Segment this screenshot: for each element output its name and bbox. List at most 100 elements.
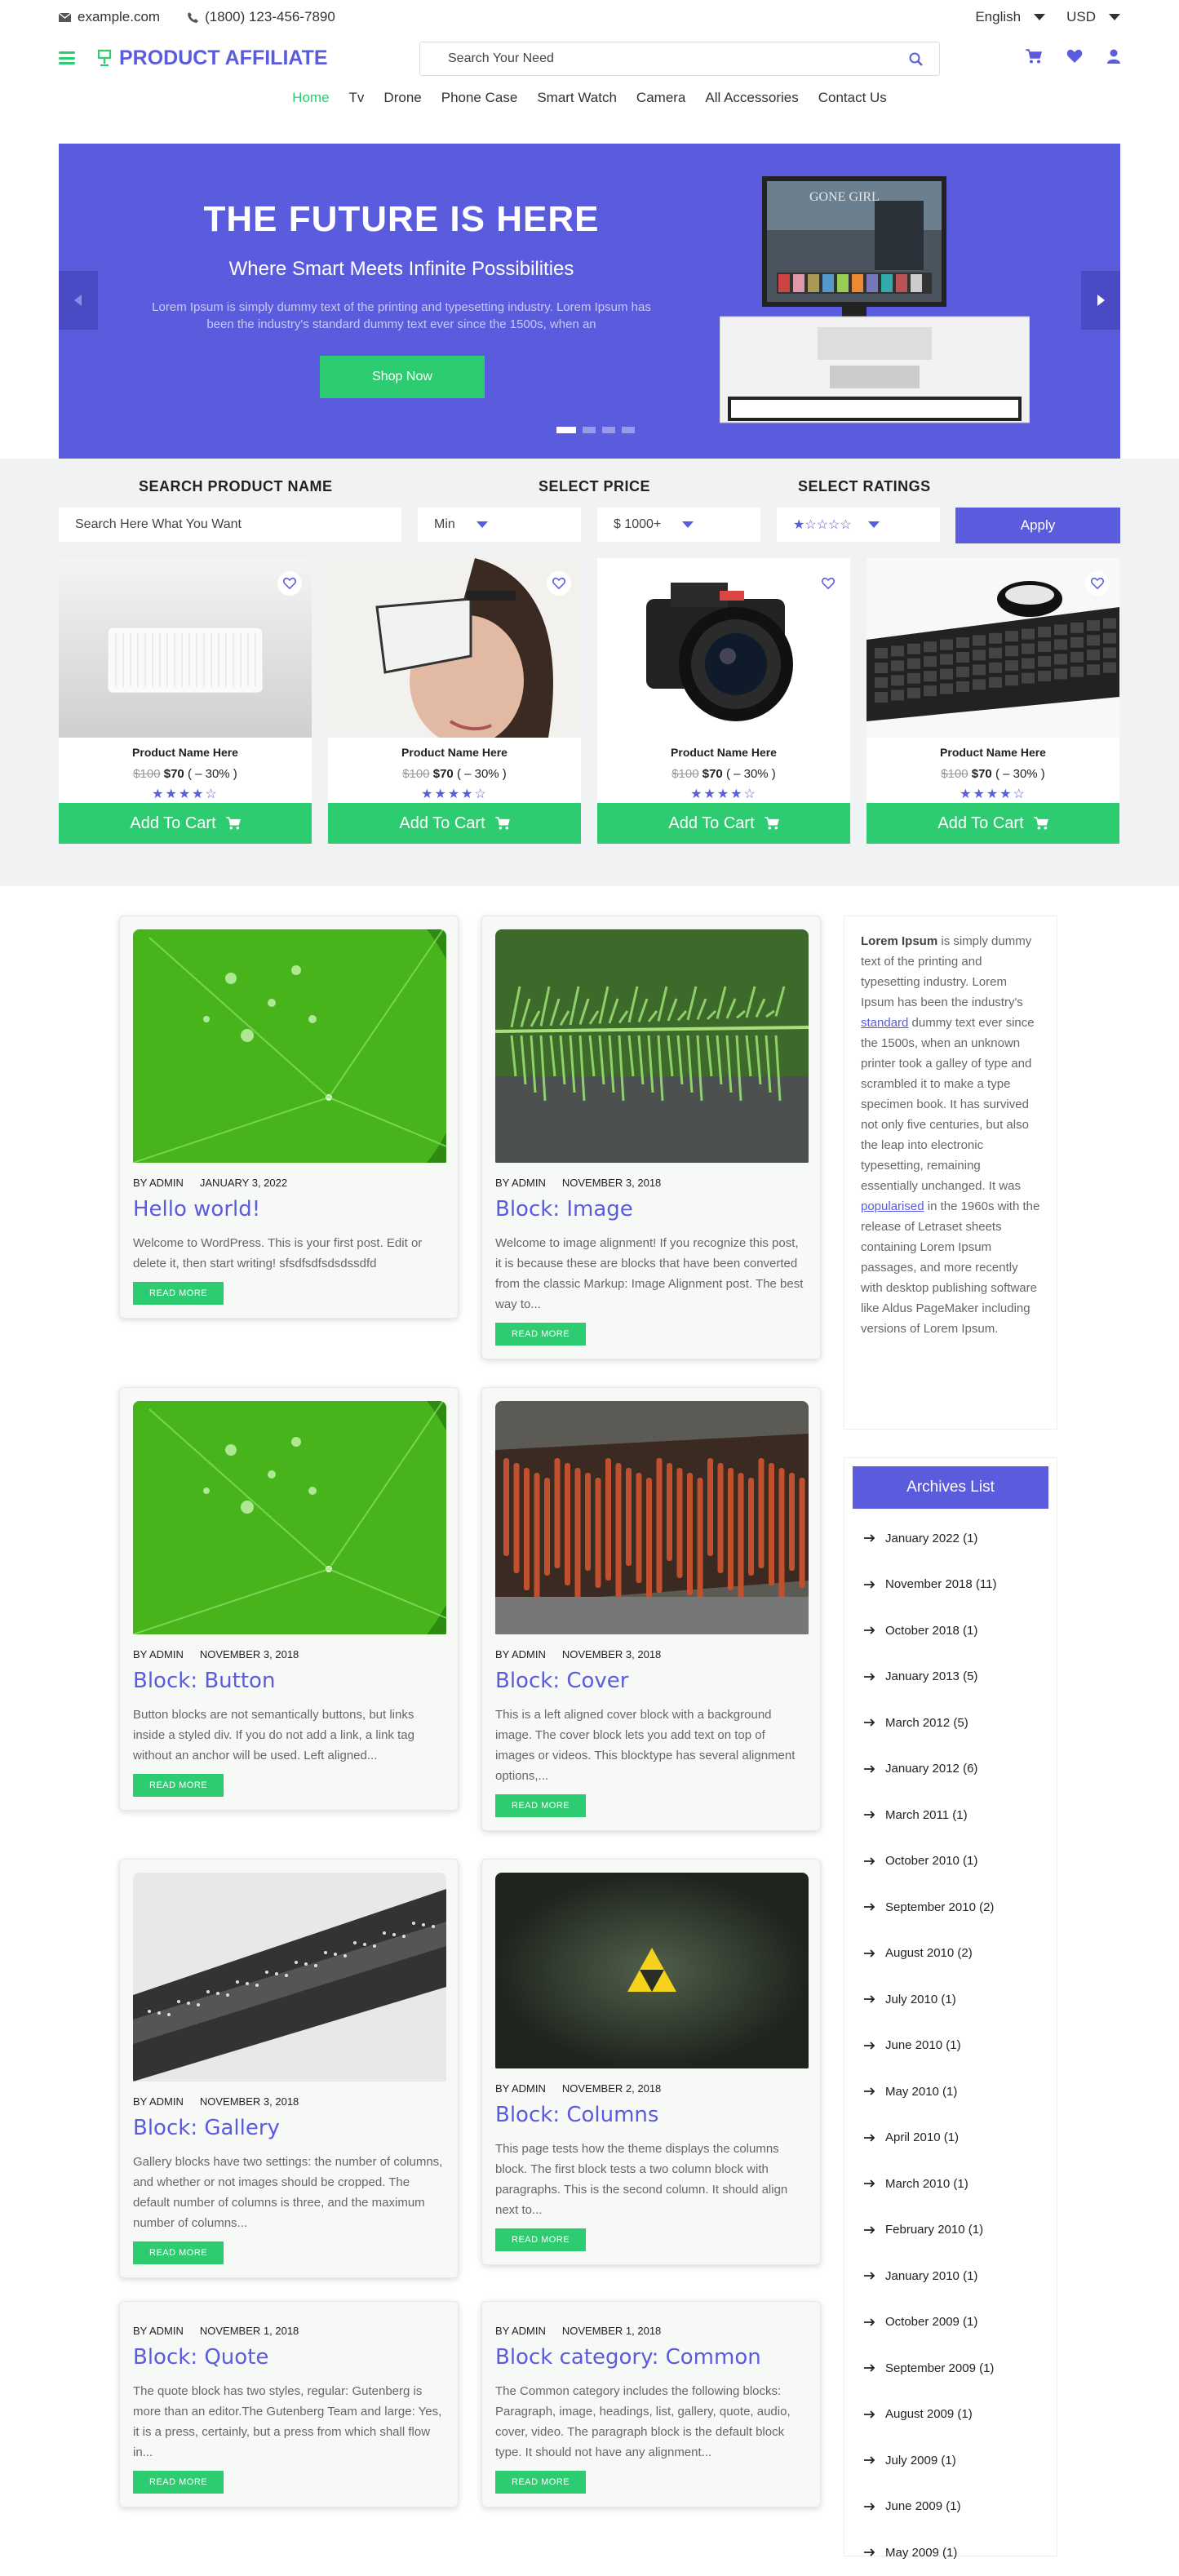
nav-item-contact-us[interactable]: Contact Us — [818, 90, 887, 121]
product-name-input[interactable]: Search Here What You Want — [59, 508, 401, 542]
wishlist-button[interactable] — [1085, 571, 1110, 596]
post-image[interactable] — [495, 1873, 809, 2073]
post-author[interactable]: BY ADMIN — [133, 2095, 184, 2108]
archive-item[interactable]: October 2018 (1) — [864, 1607, 1048, 1654]
next-slide-button[interactable] — [1081, 271, 1120, 330]
post-date[interactable]: NOVEMBER 1, 2018 — [562, 2325, 661, 2337]
post-author[interactable]: BY ADMIN — [495, 2325, 546, 2337]
shop-now-button[interactable]: Shop Now — [320, 356, 485, 398]
read-more-button[interactable]: READ MORE — [133, 2241, 224, 2264]
archive-item[interactable]: October 2010 (1) — [864, 1838, 1048, 1885]
post-image[interactable] — [133, 1401, 446, 1638]
product-image[interactable] — [597, 558, 850, 738]
archive-item[interactable]: March 2011 (1) — [864, 1792, 1048, 1838]
apply-button[interactable]: Apply — [955, 508, 1120, 543]
add-to-cart-button[interactable]: Add To Cart — [328, 803, 581, 844]
max-price-select[interactable]: $ 1000+ — [597, 508, 760, 542]
product-card[interactable]: Product Name Here $100 $70 ( – 30% ) ★★★★☆… — [328, 558, 581, 844]
nav-item-tv[interactable]: Tv — [349, 90, 365, 121]
product-name[interactable]: Product Name Here — [59, 746, 312, 759]
archive-item[interactable]: November 2018 (11) — [864, 1562, 1048, 1608]
post-author[interactable]: BY ADMIN — [133, 2325, 184, 2337]
archive-item[interactable]: October 2009 (1) — [864, 2299, 1048, 2346]
archive-item[interactable]: January 2022 (1) — [864, 1515, 1048, 1562]
product-image[interactable] — [59, 558, 312, 738]
archive-item[interactable]: July 2010 (1) — [864, 1976, 1048, 2023]
nav-item-phone-case[interactable]: Phone Case — [441, 90, 518, 121]
post-author[interactable]: BY ADMIN — [495, 2082, 546, 2095]
slider-dots[interactable] — [556, 427, 635, 433]
post-date[interactable]: NOVEMBER 3, 2018 — [562, 1177, 661, 1189]
post-image[interactable] — [133, 1873, 446, 2086]
post-author[interactable]: BY ADMIN — [495, 1648, 546, 1660]
post-title[interactable]: Block: Button — [133, 1669, 445, 1693]
nav-item-home[interactable]: Home — [292, 90, 329, 121]
post-date[interactable]: NOVEMBER 3, 2018 — [200, 2095, 299, 2108]
archive-item[interactable]: May 2010 (1) — [864, 2068, 1048, 2115]
read-more-button[interactable]: READ MORE — [133, 2471, 224, 2494]
min-price-select[interactable]: Min — [418, 508, 581, 542]
read-more-button[interactable]: READ MORE — [133, 1282, 224, 1305]
post-image[interactable] — [495, 1401, 809, 1638]
post-title[interactable]: Block: Cover — [495, 1669, 807, 1693]
post-date[interactable]: NOVEMBER 3, 2018 — [200, 1648, 299, 1660]
wishlist-button[interactable] — [816, 571, 840, 596]
archive-item[interactable]: March 2010 (1) — [864, 2161, 1048, 2207]
product-card[interactable]: Product Name Here $100 $70 ( – 30% ) ★★★★☆… — [59, 558, 312, 844]
post-author[interactable]: BY ADMIN — [133, 1177, 184, 1189]
add-to-cart-button[interactable]: Add To Cart — [597, 803, 850, 844]
standard-link[interactable]: standard — [861, 1016, 908, 1030]
archive-item[interactable]: August 2009 (1) — [864, 2392, 1048, 2438]
post-title[interactable]: Block: Gallery — [133, 2116, 445, 2140]
product-image[interactable] — [328, 558, 581, 738]
currency-select[interactable]: USD — [1066, 9, 1120, 25]
nav-item-drone[interactable]: Drone — [383, 90, 421, 121]
post-date[interactable]: NOVEMBER 3, 2018 — [562, 1648, 661, 1660]
post-title[interactable]: Block category: Common — [495, 2345, 807, 2370]
search-icon[interactable] — [909, 52, 923, 66]
nav-item-camera[interactable]: Camera — [636, 90, 685, 121]
add-to-cart-button[interactable]: Add To Cart — [59, 803, 312, 844]
archive-item[interactable]: February 2010 (1) — [864, 2207, 1048, 2254]
product-image[interactable] — [867, 558, 1119, 738]
heart-icon[interactable] — [1066, 49, 1083, 64]
archive-item[interactable]: May 2009 (1) — [864, 2529, 1048, 2576]
archive-item[interactable]: June 2010 (1) — [864, 2023, 1048, 2069]
read-more-button[interactable]: READ MORE — [495, 1323, 587, 1346]
search-input[interactable]: Search Your Need — [448, 51, 909, 66]
archive-item[interactable]: August 2010 (2) — [864, 1931, 1048, 1977]
archive-item[interactable]: September 2010 (2) — [864, 1884, 1048, 1931]
product-card[interactable]: Product Name Here $100 $70 ( – 30% ) ★★★★☆… — [867, 558, 1119, 844]
post-author[interactable]: BY ADMIN — [133, 1648, 184, 1660]
product-name[interactable]: Product Name Here — [597, 746, 850, 759]
product-name[interactable]: Product Name Here — [328, 746, 581, 759]
archive-item[interactable]: July 2009 (1) — [864, 2437, 1048, 2484]
nav-item-smart-watch[interactable]: Smart Watch — [537, 90, 617, 121]
archive-item[interactable]: January 2012 (6) — [864, 1746, 1048, 1793]
hamburger-menu-icon[interactable] — [59, 51, 75, 64]
post-title[interactable]: Hello world! — [133, 1197, 445, 1221]
search-bar[interactable]: Search Your Need — [419, 42, 940, 76]
post-date[interactable]: NOVEMBER 2, 2018 — [562, 2082, 661, 2095]
post-title[interactable]: Block: Quote — [133, 2345, 445, 2370]
post-date[interactable]: JANUARY 3, 2022 — [200, 1177, 287, 1189]
post-image[interactable] — [133, 929, 446, 1167]
archive-item[interactable]: June 2009 (1) — [864, 2484, 1048, 2530]
archive-item[interactable]: April 2010 (1) — [864, 2115, 1048, 2161]
product-card[interactable]: Product Name Here $100 $70 ( – 30% ) ★★★★☆… — [597, 558, 850, 844]
post-title[interactable]: Block: Columns — [495, 2103, 807, 2127]
popularised-link[interactable]: popularised — [861, 1199, 924, 1213]
wishlist-button[interactable] — [547, 571, 571, 596]
read-more-button[interactable]: READ MORE — [495, 2228, 587, 2251]
post-date[interactable]: NOVEMBER 1, 2018 — [200, 2325, 299, 2337]
rating-select[interactable]: ★☆☆☆☆ — [777, 508, 940, 542]
post-author[interactable]: BY ADMIN — [495, 1177, 546, 1189]
archive-item[interactable]: January 2013 (5) — [864, 1654, 1048, 1700]
read-more-button[interactable]: READ MORE — [495, 2471, 587, 2494]
wishlist-button[interactable] — [277, 571, 302, 596]
user-icon[interactable] — [1107, 49, 1120, 64]
email-contact[interactable]: example.com — [59, 9, 160, 25]
post-image[interactable] — [495, 929, 809, 1167]
read-more-button[interactable]: READ MORE — [495, 1794, 587, 1817]
read-more-button[interactable]: READ MORE — [133, 1774, 224, 1797]
